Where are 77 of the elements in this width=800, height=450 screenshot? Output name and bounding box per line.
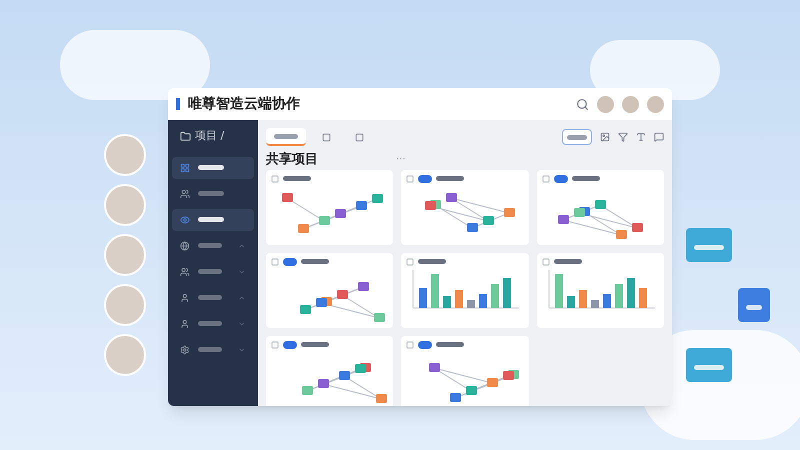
card-icon — [406, 174, 414, 182]
comment-icon[interactable] — [654, 132, 664, 142]
text-scribble — [198, 269, 222, 274]
chevron-icon — [238, 242, 246, 250]
avatar — [104, 284, 146, 326]
card-icon — [542, 258, 550, 266]
text-scribble — [572, 176, 600, 181]
square-icon — [322, 132, 331, 142]
project-card[interactable] — [266, 170, 394, 244]
toolbar-tab[interactable] — [266, 128, 306, 146]
card-icon — [271, 174, 279, 182]
project-card[interactable] — [266, 252, 394, 328]
folder-icon — [180, 130, 191, 142]
text-scribble — [283, 176, 311, 181]
window-title: 唯尊智造云端协作 — [188, 94, 300, 114]
avatar — [104, 234, 146, 276]
text-scribble — [301, 342, 329, 347]
card-badge — [418, 340, 432, 348]
chevron-icon — [238, 346, 246, 354]
menu-icon — [180, 344, 190, 354]
text-scribble — [746, 305, 762, 310]
chevron-icon — [238, 268, 246, 276]
card-icon — [271, 258, 279, 266]
text-scribble — [198, 243, 222, 248]
text-scribble — [198, 321, 222, 326]
text-scribble — [198, 165, 224, 170]
card-icon — [542, 174, 550, 182]
project-card[interactable] — [266, 336, 394, 406]
text-scribble — [554, 259, 582, 264]
menu-icon — [180, 240, 190, 250]
card-badge — [283, 340, 297, 348]
filter-icon[interactable] — [618, 132, 628, 142]
avatar — [104, 334, 146, 376]
menu-icon — [180, 214, 190, 224]
text-scribble — [198, 295, 222, 300]
text-scribble — [694, 245, 724, 250]
sidebar-item[interactable] — [172, 156, 254, 178]
menu-icon — [180, 162, 190, 172]
card-icon — [406, 258, 414, 266]
card-badge — [418, 174, 432, 182]
card-badge — [554, 174, 568, 182]
project-card[interactable] — [401, 336, 529, 406]
text-scribble — [301, 259, 329, 264]
avatar — [104, 134, 146, 176]
text-scribble — [694, 365, 724, 370]
sidebar-item[interactable] — [172, 208, 254, 230]
text-scribble — [198, 347, 222, 352]
breadcrumb: 项目 / — [195, 128, 224, 144]
search-icon[interactable] — [576, 98, 589, 110]
text-icon[interactable] — [636, 132, 646, 142]
toolbar-button[interactable] — [562, 129, 592, 145]
text-scribble — [418, 259, 446, 264]
chevron-icon — [238, 320, 246, 328]
menu-icon — [180, 318, 190, 328]
text-scribble — [567, 134, 587, 140]
logo-icon — [176, 98, 180, 110]
square-icon — [355, 132, 364, 142]
text-scribble — [436, 176, 464, 181]
avatar — [104, 184, 146, 226]
more-menu[interactable]: ··· — [396, 152, 406, 168]
menu-icon — [180, 188, 190, 198]
card-icon — [271, 340, 279, 348]
text-scribble — [274, 134, 298, 138]
card-icon — [406, 340, 414, 348]
text-scribble — [198, 217, 224, 222]
text-scribble — [436, 342, 464, 347]
project-card[interactable] — [536, 170, 664, 244]
project-card[interactable] — [536, 252, 664, 328]
menu-icon — [180, 266, 190, 276]
menu-icon — [180, 292, 190, 302]
text-scribble — [198, 191, 224, 196]
project-card[interactable] — [401, 170, 529, 244]
card-badge — [283, 258, 297, 266]
chevron-icon — [238, 294, 246, 302]
project-card[interactable] — [401, 252, 529, 328]
image-icon[interactable] — [600, 132, 610, 142]
section-title: 共享项目 — [266, 150, 319, 169]
